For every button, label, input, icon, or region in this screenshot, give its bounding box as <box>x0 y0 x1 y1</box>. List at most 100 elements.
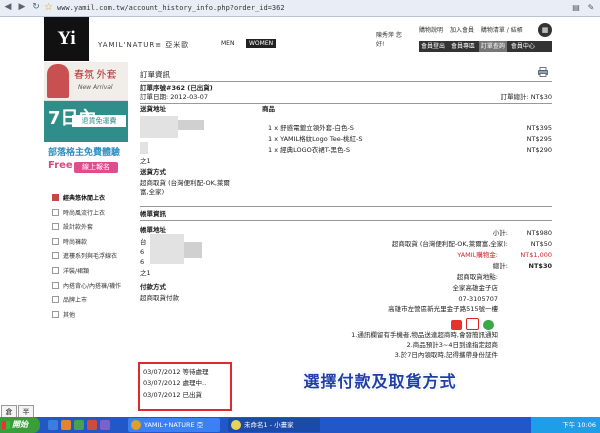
paint-icon <box>231 420 241 430</box>
member-center-link[interactable]: 會員中心 <box>509 41 537 52</box>
bullet-icon <box>52 194 59 201</box>
start-button[interactable]: 開始 <box>0 417 40 433</box>
summary-label: YAMIL購物金: <box>457 251 498 259</box>
product-line: 1 x 經典LOGO衣裙T-黑色-S <box>268 146 350 154</box>
store-phone: 07-3105707 <box>458 295 498 303</box>
blogger-title: 部落格主免費體驗 <box>48 148 121 158</box>
bullet-icon <box>52 281 59 289</box>
bullet-icon <box>52 310 59 318</box>
store-address: 高雄市左營區新光里金子路515號一樓 <box>388 305 498 313</box>
product-price: NT$395 <box>526 124 552 132</box>
sidebar-item[interactable]: 設計款外套 <box>52 221 132 236</box>
site-logo[interactable]: Yi <box>44 17 89 61</box>
pay-method-label: 付款方式 <box>140 283 166 291</box>
divider <box>140 81 552 82</box>
logout-link[interactable]: 會員登出 <box>419 41 447 52</box>
women-link[interactable]: WOMEN <box>246 39 277 48</box>
brand-name: YAMIL'NATUR≡ 亞米歐 <box>98 41 190 49</box>
ship-method: 超商取貨 (台灣便利配-OK,萊爾富,全家) <box>140 179 230 196</box>
sidebar-item[interactable]: 洋裝/裙類 <box>52 265 132 280</box>
address-bar[interactable]: www.yamil.com.tw/account_history_info.ph… <box>57 3 557 13</box>
redacted-address <box>140 116 178 138</box>
redacted-address <box>140 142 148 154</box>
summary-value: NT$980 <box>526 229 552 237</box>
sidebar-item[interactable]: 時尚褲款 <box>52 236 132 251</box>
quicklaunch-icon[interactable] <box>87 420 97 430</box>
order-date: 訂單日期: 2012-03-07 <box>140 93 209 101</box>
quicklaunch-icon[interactable] <box>48 420 58 430</box>
bullet-icon <box>52 208 59 216</box>
annotation-callout: 選擇付款及取貨方式 <box>303 372 457 391</box>
cart-icon[interactable]: ▦ <box>538 23 552 37</box>
sidebar-item[interactable]: 品牌上市 <box>52 294 132 309</box>
member-area-label: 會員專區 <box>450 43 475 50</box>
bullet-icon <box>52 237 59 245</box>
page-menu-icon[interactable]: ▤ <box>570 2 582 14</box>
cart-checkout-link[interactable]: 購物清單 / 結帳 <box>481 26 523 36</box>
divider <box>140 220 552 221</box>
free-return-banner[interactable]: 7日內 退貨免運費 <box>44 101 128 142</box>
reload-icon[interactable]: ↻ <box>30 2 42 13</box>
hilife-logo <box>483 320 495 330</box>
bookmark-star-icon[interactable]: ☆ <box>44 1 53 14</box>
sidebar-item[interactable]: 時尚風流行上衣 <box>52 207 132 222</box>
member-bar: 會員登出 會員專區 訂單查詢 會員中心 <box>419 41 552 52</box>
quicklaunch-icon[interactable] <box>61 420 71 430</box>
blogger-banner[interactable]: 部落格主免費體驗 Free 線上報名 <box>44 143 128 177</box>
summary-label: 小計: <box>492 229 508 237</box>
familymart-logo <box>466 318 480 330</box>
forward-icon[interactable]: ▶ <box>16 2 28 13</box>
quicklaunch-icon[interactable] <box>74 420 84 430</box>
men-link[interactable]: MEN <box>218 39 237 48</box>
status-entry: 03/07/2012 等待處理 <box>143 368 209 376</box>
banner-new-arrival: New Arrival <box>78 84 113 91</box>
product-line: 1 x 舒感電鍍立領外套-白色-S <box>268 124 354 132</box>
order-number: 訂單序號#362 (已出貨) <box>140 84 213 92</box>
category-sidebar: 經典悠休閒上衣 時尚風流行上衣 設計款外套 時尚褲款 進樓系列與毛浮線衣 洋裝/… <box>52 192 132 323</box>
summary-value: NT$50 <box>530 240 552 248</box>
browser-toolbar: ◀ ▶ ↻ ☆ www.yamil.com.tw/account_history… <box>0 0 600 17</box>
taskbar-browser-window[interactable]: YAMIL+NATURE 亞 <box>128 418 220 432</box>
free-label: Free <box>48 160 73 171</box>
redacted-address <box>184 242 202 258</box>
quicklaunch-icon[interactable] <box>100 420 110 430</box>
bullet-icon <box>52 252 59 260</box>
summary-label: 總計: <box>492 262 508 270</box>
bullet-icon <box>52 266 59 274</box>
sidebar-item[interactable]: 經典悠休閒上衣 <box>52 192 132 207</box>
note-line: 3.於7日內領取時,記得攜帶身份証件 <box>394 351 498 359</box>
sidebar-item[interactable]: 進樓系列與毛浮線衣 <box>52 250 132 265</box>
pickup-store-label: 超商取貨地點: <box>456 273 498 281</box>
back-icon[interactable]: ◀ <box>2 2 14 13</box>
order-query-link[interactable]: 訂單查詢 <box>478 41 507 52</box>
banner-spring-title: 春氛 外套 <box>74 70 117 81</box>
divider <box>140 103 552 104</box>
ship-address-label: 送貨地址 <box>140 105 166 113</box>
spring-jacket-banner[interactable]: 春氛 外套 New Arrival <box>44 62 128 101</box>
clock: 下午 10:06 <box>562 421 596 429</box>
status-entry: 03/07/2012 處理中.. <box>143 379 207 387</box>
printer-icon[interactable] <box>538 67 548 77</box>
redacted-address <box>150 234 184 264</box>
bullet-icon <box>52 223 59 231</box>
note-line: 1.通訊欄留有手機者,物品送達超商時,會發簡訊通知 <box>351 331 498 339</box>
redacted-address <box>178 120 204 130</box>
shopping-guide-link[interactable]: 購物說明 <box>419 26 443 36</box>
product-price: NT$290 <box>526 146 552 154</box>
sidebar-item[interactable]: 其他 <box>52 309 132 324</box>
order-total: 訂單總計: NT$30 <box>500 93 553 101</box>
pay-method: 超商取貨付款 <box>140 294 179 302</box>
billing-heading: 帳單資訊 <box>140 210 166 218</box>
signup-button[interactable]: 線上報名 <box>74 162 118 173</box>
note-line: 2.商品預計3~4日到達指定超商 <box>406 341 498 349</box>
sidebar-item[interactable]: 內搭背心/內搭褲/襪作 <box>52 280 132 295</box>
join-member-link[interactable]: 加入會員 <box>450 26 474 36</box>
billing-fragment: 台 <box>140 238 147 246</box>
free-return-label: 退貨免運費 <box>72 115 126 127</box>
taskbar-paint-window[interactable]: 未命名1 - 小畫家 <box>228 418 320 432</box>
status-entry: 03/07/2012 已出貨 <box>143 391 203 399</box>
taskbar: 開始 YAMIL+NATURE 亞 未命名1 - 小畫家 下午 10:06 <box>0 417 600 433</box>
wrench-icon[interactable]: ✎ <box>585 2 597 14</box>
address-fragment: 之1 <box>140 157 151 165</box>
ime-indicator: 倉半 <box>1 405 35 419</box>
